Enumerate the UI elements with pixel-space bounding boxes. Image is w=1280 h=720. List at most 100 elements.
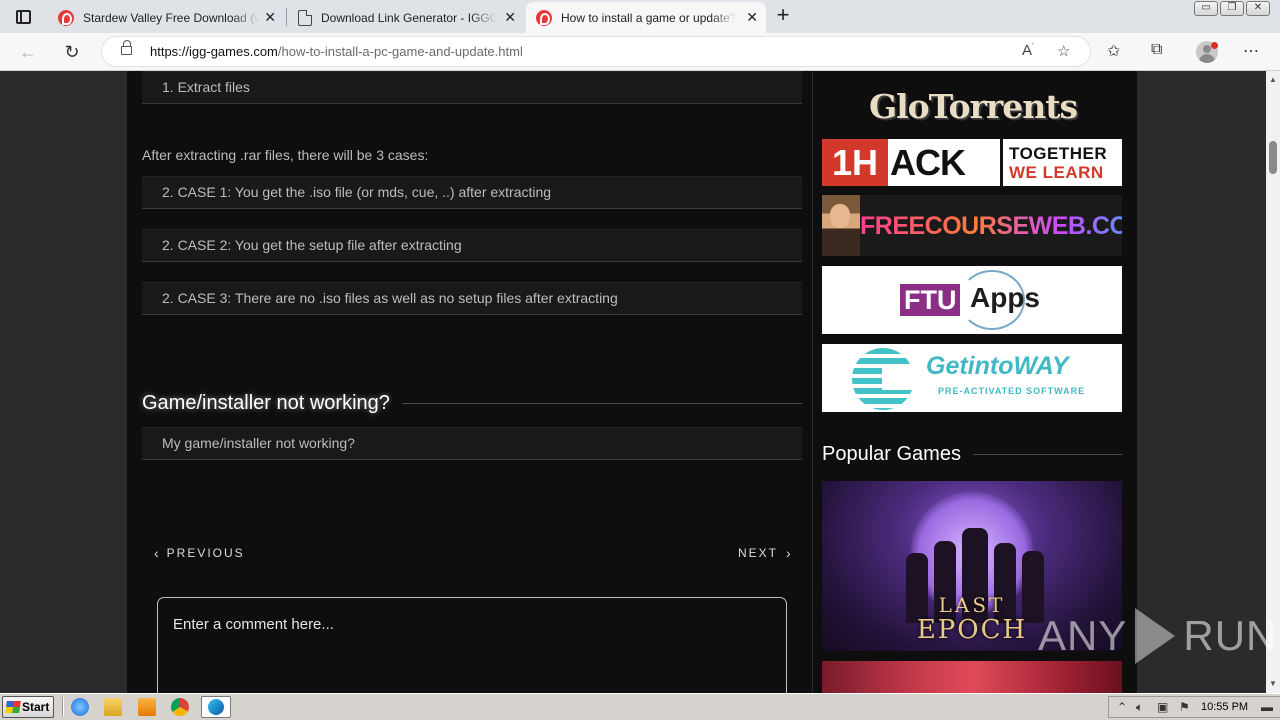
glotorrents-logo[interactable]: GloTorrents bbox=[863, 85, 1083, 127]
start-button[interactable]: Start bbox=[2, 696, 54, 718]
read-aloud-icon[interactable]: Aʼ bbox=[1022, 42, 1034, 59]
getintoway-name: GetintoWAY bbox=[926, 352, 1069, 380]
tab-title: How to install a game or update? bbox=[561, 10, 737, 25]
watermark-play-icon bbox=[1135, 608, 1176, 664]
previous-label: PREVIOUS bbox=[166, 546, 245, 560]
tab-strip: Stardew Valley Free Download (v1 ✕ Downl… bbox=[0, 0, 1280, 33]
url-input[interactable]: https://igg-games.com/how-to-install-a-p… bbox=[101, 36, 1091, 67]
hack-together-banner[interactable]: 1H ACK TOGETHER WE LEARN bbox=[822, 139, 1122, 186]
accordion-case-1[interactable]: 2. CASE 1: You get the .iso file (or mds… bbox=[142, 176, 802, 209]
freecourseweb-text: FREECOURSEWEB.COM bbox=[860, 212, 1122, 241]
edge-icon bbox=[208, 699, 224, 715]
hack-banner-tagline: TOGETHER WE LEARN bbox=[1000, 139, 1122, 186]
watermark-right: RUN bbox=[1183, 612, 1278, 659]
game-card-next[interactable] bbox=[822, 661, 1122, 693]
sidebar: GloTorrents 1H ACK TOGETHER WE LEARN FRE… bbox=[813, 71, 1137, 693]
hack-banner-ack: ACK bbox=[888, 139, 1000, 186]
network-icon[interactable]: ▣ bbox=[1157, 700, 1168, 714]
tab-title: Download Link Generator - IGGGA bbox=[321, 10, 497, 25]
media-player-icon[interactable] bbox=[138, 698, 156, 716]
new-tab-icon[interactable]: + bbox=[772, 4, 794, 27]
url-path: /how-to-install-a-pc-game-and-update.htm… bbox=[277, 44, 523, 59]
next-label: NEXT bbox=[738, 546, 779, 560]
popular-games-heading: Popular Games bbox=[822, 443, 1122, 466]
file-explorer-icon[interactable] bbox=[104, 698, 122, 716]
collections-icon[interactable]: ⧉ bbox=[1151, 41, 1162, 59]
popular-games-title: Popular Games bbox=[822, 443, 961, 465]
more-menu-icon[interactable]: ⋯ bbox=[1243, 41, 1259, 61]
hack-banner-1h: 1H bbox=[822, 139, 888, 186]
clock[interactable]: 10:55 PM bbox=[1201, 701, 1248, 713]
window-controls: ▭ ❐ ✕ bbox=[1194, 1, 1270, 16]
section-heading: Game/installer not working? bbox=[142, 390, 802, 416]
main-content: 1. Extract files After extracting .rar f… bbox=[127, 71, 812, 693]
url-text: https://igg-games.com/how-to-install-a-p… bbox=[150, 44, 523, 59]
accordion-not-working[interactable]: My game/installer not working? bbox=[142, 427, 802, 460]
getintoway-subtitle: PRE-ACTIVATED SOFTWARE bbox=[938, 386, 1086, 396]
lock-icon[interactable] bbox=[121, 40, 132, 55]
getintoway-banner[interactable]: GetintoWAY PRE-ACTIVATED SOFTWARE bbox=[822, 344, 1122, 412]
next-link[interactable]: NEXT › bbox=[738, 545, 791, 561]
scroll-up-icon[interactable]: ▲ bbox=[1269, 75, 1277, 84]
refresh-icon[interactable]: ↻ bbox=[59, 40, 85, 64]
show-desktop-icon[interactable]: ▬ bbox=[1261, 700, 1273, 714]
minimize-icon[interactable]: ▭ bbox=[1194, 1, 1218, 16]
chrome-icon[interactable] bbox=[171, 698, 189, 716]
heading-rule bbox=[972, 454, 1122, 455]
tab-actions-button[interactable] bbox=[10, 6, 36, 28]
edge-taskbar-button[interactable] bbox=[201, 696, 231, 718]
page-viewport: 1. Extract files After extracting .rar f… bbox=[0, 71, 1266, 693]
close-tab-icon[interactable]: ✕ bbox=[504, 10, 516, 24]
close-window-icon[interactable]: ✕ bbox=[1246, 1, 1270, 16]
flag-notification-icon[interactable]: ⚑ bbox=[1179, 700, 1190, 714]
tab-actions-icon bbox=[15, 10, 31, 24]
url-host: https://igg-games.com bbox=[150, 44, 278, 59]
tab-title: Stardew Valley Free Download (v1 bbox=[83, 10, 259, 25]
internet-explorer-icon[interactable] bbox=[71, 698, 89, 716]
banner-person-image bbox=[822, 195, 860, 256]
taskbar: Start ⌃ 🔈︎ ▣ ⚑ 10:55 PM ▬ bbox=[0, 693, 1280, 720]
document-favicon-icon bbox=[298, 9, 312, 26]
previous-link[interactable]: ‹ PREVIOUS bbox=[154, 545, 245, 561]
igg-favicon-icon bbox=[58, 9, 74, 26]
anyrun-watermark: ANY RUN bbox=[1038, 608, 1277, 664]
tab-link-generator[interactable]: Download Link Generator - IGGGA ✕ bbox=[288, 2, 524, 33]
windows-flag-icon bbox=[5, 701, 21, 713]
hack-banner-line1: TOGETHER bbox=[1009, 143, 1108, 163]
hack-banner-line2: WE LEARN bbox=[1009, 162, 1104, 182]
close-tab-icon[interactable]: ✕ bbox=[746, 10, 758, 24]
heading-rule bbox=[401, 402, 802, 404]
profile-status-dot bbox=[1211, 42, 1218, 49]
accordion-extract-files[interactable]: 1. Extract files bbox=[142, 71, 802, 104]
address-bar: ← ↻ https://igg-games.com/how-to-install… bbox=[0, 33, 1280, 71]
ftu-text: FTU bbox=[900, 284, 961, 316]
tray-expand-icon[interactable]: ⌃ bbox=[1117, 700, 1127, 714]
ftuapps-banner[interactable]: FTU Apps bbox=[822, 266, 1122, 334]
scroll-thumb[interactable] bbox=[1269, 141, 1277, 174]
apps-text: Apps bbox=[970, 282, 1040, 313]
back-arrow-icon[interactable]: ← bbox=[15, 40, 41, 64]
comment-textarea[interactable]: Enter a comment here... bbox=[157, 597, 787, 693]
accordion-case-3[interactable]: 2. CASE 3: There are no .iso files as we… bbox=[142, 282, 802, 315]
volume-icon[interactable]: 🔈︎ bbox=[1136, 700, 1143, 715]
tab-stardew[interactable]: Stardew Valley Free Download (v1 ✕ bbox=[48, 2, 284, 33]
favorites-icon[interactable]: ✩ bbox=[1107, 41, 1120, 61]
restore-icon[interactable]: ❐ bbox=[1220, 1, 1244, 16]
chevron-left-icon: ‹ bbox=[154, 545, 159, 561]
getintoway-logo-icon bbox=[852, 348, 916, 410]
tab-separator bbox=[286, 8, 287, 26]
comment-placeholder: Enter a comment here... bbox=[173, 616, 334, 633]
watermark-left: ANY bbox=[1038, 612, 1128, 659]
section-heading-text: Game/installer not working? bbox=[142, 391, 390, 414]
freecourseweb-banner[interactable]: FREECOURSEWEB.COM bbox=[822, 195, 1122, 256]
system-tray: ⌃ 🔈︎ ▣ ⚑ 10:55 PM ▬ bbox=[1108, 696, 1280, 718]
close-tab-icon[interactable]: ✕ bbox=[264, 10, 276, 24]
after-extract-text: After extracting .rar files, there will … bbox=[142, 147, 429, 163]
taskbar-separator bbox=[62, 697, 64, 717]
chevron-right-icon: › bbox=[786, 545, 791, 561]
accordion-case-2[interactable]: 2. CASE 2: You get the setup file after … bbox=[142, 229, 802, 262]
tab-how-to-install[interactable]: How to install a game or update? ✕ bbox=[526, 2, 766, 33]
page-scrollbar[interactable]: ▲ ▼ bbox=[1266, 71, 1280, 693]
add-favorite-icon[interactable]: ☆ bbox=[1057, 42, 1070, 60]
scroll-down-icon[interactable]: ▼ bbox=[1269, 679, 1277, 688]
